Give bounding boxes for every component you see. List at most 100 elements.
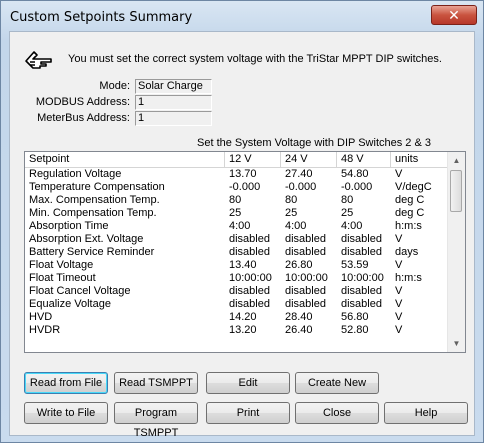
value-48v: 56.80 [341, 311, 369, 323]
meterbus-address-field: 1 [135, 111, 212, 126]
units: V [395, 233, 403, 245]
print-button[interactable]: Print [206, 402, 290, 424]
setpoints-table[interactable]: Setpoint 12 V 24 V 48 V units Regulation… [24, 151, 466, 353]
read-from-file-button[interactable]: Read from File [24, 372, 108, 394]
units: V [395, 285, 403, 297]
value-12v: 13.20 [229, 324, 257, 336]
value-12v: 13.70 [229, 168, 257, 180]
setpoint-name: Temperature Compensation [29, 181, 165, 193]
value-24v: 4:00 [285, 220, 307, 232]
units: V [395, 311, 403, 323]
setpoint-name: Max. Compensation Temp. [29, 194, 160, 206]
value-48v: 10:00:00 [341, 272, 384, 284]
create-new-button[interactable]: Create New [295, 372, 379, 394]
pointing-hand-icon [25, 51, 52, 69]
value-12v: disabled [229, 246, 270, 258]
meterbus-address-label: MeterBus Address: [37, 112, 130, 124]
column-header-12v[interactable]: 12 V [225, 152, 281, 167]
mode-label: Mode: [99, 80, 130, 92]
table-row[interactable]: Float Timeout 10:00:00 10:00:00 10:00:00 h:m… [25, 272, 448, 285]
table-row[interactable]: Max. Compensation Temp. 80 80 80 deg C [25, 194, 448, 207]
value-48v: 25 [341, 207, 354, 219]
value-24v: 26.40 [285, 324, 313, 336]
close-button[interactable]: Close [295, 402, 379, 424]
column-header-setpoint[interactable]: Setpoint [25, 152, 225, 167]
value-24v: 25 [285, 207, 298, 219]
table-row[interactable]: Min. Compensation Temp. 25 25 25 deg C [25, 207, 448, 220]
column-header-48v[interactable]: 48 V [337, 152, 391, 167]
modbus-address-field: 1 [135, 95, 212, 110]
units: deg C [395, 207, 425, 219]
units: deg C [395, 194, 425, 206]
column-header-units[interactable]: units [391, 152, 448, 167]
help-button[interactable]: Help [384, 402, 468, 424]
vertical-scrollbar[interactable]: ▲ ▼ [447, 152, 465, 352]
setpoint-name: Absorption Ext. Voltage [29, 233, 144, 245]
read-tsmppt-button[interactable]: Read TSMPPT [114, 372, 198, 394]
scroll-down-icon[interactable]: ▼ [448, 335, 465, 352]
value-48v: 4:00 [341, 220, 363, 232]
close-window-button[interactable]: ✕ [431, 5, 477, 25]
value-24v: 80 [285, 194, 298, 206]
setpoint-name: HVD [29, 311, 53, 323]
value-24v: disabled [285, 246, 326, 258]
value-24v: disabled [285, 298, 326, 310]
setpoint-name: Float Voltage [29, 259, 94, 271]
units: V [395, 168, 403, 180]
units: V [395, 259, 403, 271]
table-row[interactable]: HVD 14.20 28.40 56.80 V [25, 311, 448, 324]
value-12v: 4:00 [229, 220, 251, 232]
value-24v: 26.80 [285, 259, 313, 271]
mode-field: Solar Charge [135, 79, 212, 94]
value-12v: 80 [229, 194, 242, 206]
value-24v: -0.000 [285, 181, 317, 193]
dialog-client-area: You must set the correct system voltage … [9, 31, 475, 439]
value-12v: disabled [229, 285, 270, 297]
units: V [395, 324, 403, 336]
setpoint-name: Float Timeout [29, 272, 96, 284]
value-48v: disabled [341, 233, 382, 245]
value-48v: disabled [341, 298, 382, 310]
table-row[interactable]: Regulation Voltage 13.70 27.40 54.80 V [25, 168, 448, 181]
setpoint-name: Min. Compensation Temp. [29, 207, 157, 219]
value-24v: 27.40 [285, 168, 313, 180]
value-12v: 13.40 [229, 259, 257, 271]
window-title: Custom Setpoints Summary [10, 10, 193, 25]
write-to-file-button[interactable]: Write to File [24, 402, 108, 424]
value-48v: 80 [341, 194, 354, 206]
table-row[interactable]: Float Voltage 13.40 26.80 53.59 V [25, 259, 448, 272]
table-row[interactable]: Equalize Voltage disabled disabled disabled… [25, 298, 448, 311]
program-tsmppt-button[interactable]: Program TSMPPT [114, 402, 198, 439]
value-24v: disabled [285, 285, 326, 297]
value-48v: disabled [341, 285, 382, 297]
table-row[interactable]: Float Cancel Voltage disabled disabled disa… [25, 285, 448, 298]
setpoint-name: Float Cancel Voltage [29, 285, 131, 297]
value-24v: 10:00:00 [285, 272, 328, 284]
value-24v: disabled [285, 233, 326, 245]
table-row[interactable]: Temperature Compensation -0.000 -0.000 -0.0… [25, 181, 448, 194]
table-row[interactable]: Absorption Ext. Voltage disabled disabled d… [25, 233, 448, 246]
scrollbar-thumb[interactable] [450, 170, 462, 212]
dip-switch-instruction: Set the System Voltage with DIP Switches… [197, 137, 431, 149]
edit-button[interactable]: Edit [206, 372, 290, 394]
setpoint-name: HVDR [29, 324, 61, 336]
value-48v: 54.80 [341, 168, 369, 180]
value-12v: 25 [229, 207, 242, 219]
value-12v: 14.20 [229, 311, 257, 323]
custom-setpoints-window: Custom Setpoints Summary ✕ You must set … [0, 0, 484, 443]
value-12v: -0.000 [229, 181, 261, 193]
units: h:m:s [395, 272, 422, 284]
setpoint-name: Battery Service Reminder [29, 246, 155, 258]
value-48v: 53.59 [341, 259, 369, 271]
units: V/degC [395, 181, 432, 193]
table-header: Setpoint 12 V 24 V 48 V units [25, 152, 448, 168]
table-row[interactable]: Absorption Time 4:00 4:00 4:00 h:m:s [25, 220, 448, 233]
title-bar[interactable]: Custom Setpoints Summary ✕ [1, 1, 483, 31]
table-row[interactable]: Battery Service Reminder disabled disabled… [25, 246, 448, 259]
table-row[interactable]: HVDR 13.20 26.40 52.80 V [25, 324, 448, 337]
scroll-up-icon[interactable]: ▲ [448, 152, 465, 169]
column-header-24v[interactable]: 24 V [281, 152, 337, 167]
value-12v: 10:00:00 [229, 272, 272, 284]
value-48v: -0.000 [341, 181, 373, 193]
table-rows: Regulation Voltage 13.70 27.40 54.80 V Temper… [25, 168, 448, 337]
